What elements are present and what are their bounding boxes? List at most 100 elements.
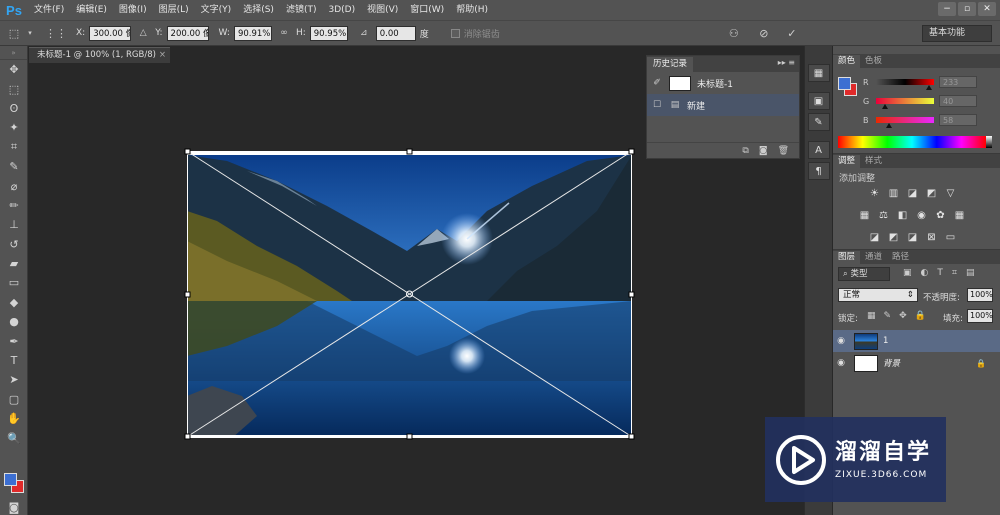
fill-field[interactable]: 100%: [967, 309, 993, 323]
quick-select-tool-icon[interactable]: ✦: [0, 118, 28, 137]
opacity-field[interactable]: 100%: [967, 288, 993, 302]
gradient-map-icon[interactable]: ▭: [945, 232, 956, 243]
tab-layers[interactable]: 图层: [833, 251, 861, 264]
height-field[interactable]: 90.95%: [309, 25, 348, 41]
filter-shape-icon[interactable]: ⌗: [952, 268, 957, 278]
green-value-field[interactable]: 40: [939, 95, 977, 107]
layer-row[interactable]: ◉ 背景 🔒: [833, 352, 1000, 374]
tab-swatches[interactable]: 色板: [860, 55, 887, 68]
history-state-row[interactable]: ☐ ▤ 新建: [647, 94, 799, 116]
brightness-icon[interactable]: ☀: [869, 188, 880, 199]
greyscale-ramp[interactable]: [986, 136, 992, 148]
dropdown-arrow-icon[interactable]: ▾: [26, 25, 34, 41]
menu-help[interactable]: 帮助(H): [450, 0, 494, 20]
menu-image[interactable]: 图像(I): [113, 0, 153, 20]
x-position-field[interactable]: 300.00 像: [89, 25, 132, 41]
layer-row[interactable]: ◉ 1: [833, 330, 1000, 352]
tab-paths[interactable]: 路径: [887, 251, 914, 264]
brush-tool-icon[interactable]: ✏: [0, 196, 28, 215]
close-document-icon[interactable]: ×: [159, 48, 166, 63]
clone-stamp-tool-icon[interactable]: ⊥: [0, 215, 28, 234]
menu-view[interactable]: 视图(V): [361, 0, 404, 20]
red-slider[interactable]: [876, 79, 934, 90]
document-tab[interactable]: 未标题-1 @ 100% (1, RGB/8) ×: [29, 47, 170, 63]
black-white-icon[interactable]: ◧: [897, 210, 908, 221]
color-lookup-icon[interactable]: ▦: [954, 210, 965, 221]
lock-all-icon[interactable]: 🔒: [915, 311, 926, 321]
quick-mask-icon[interactable]: ◙: [0, 498, 28, 515]
threshold-icon[interactable]: ◪: [907, 232, 918, 243]
healing-brush-tool-icon[interactable]: ⌀: [0, 176, 28, 195]
history-brush-tool-icon[interactable]: ↺: [0, 235, 28, 254]
green-slider[interactable]: [876, 98, 934, 109]
shape-tool-icon[interactable]: ▢: [0, 390, 28, 409]
history-snapshot[interactable]: ✐ 未标题-1: [647, 72, 799, 94]
antialias-checkbox[interactable]: [450, 28, 460, 38]
crop-tool-icon[interactable]: ⌗: [0, 138, 28, 157]
menu-file[interactable]: 文件(F): [28, 0, 70, 20]
filter-smart-object-icon[interactable]: ▤: [966, 268, 975, 278]
layer-filter-select[interactable]: ⌕ 类型: [838, 267, 890, 281]
type-tool-icon[interactable]: T: [0, 351, 28, 370]
tab-color[interactable]: 颜色: [833, 55, 861, 68]
minimize-button[interactable]: −: [938, 2, 956, 16]
eyedropper-tool-icon[interactable]: ✎: [0, 157, 28, 176]
properties-panel-icon[interactable]: ▣: [807, 92, 830, 110]
path-select-tool-icon[interactable]: ➤: [0, 370, 28, 389]
warp-mode-icon[interactable]: ⚇: [726, 25, 742, 41]
menu-layer[interactable]: 图层(L): [153, 0, 195, 20]
blend-mode-select[interactable]: 正常 ⇕: [838, 288, 918, 302]
marquee-tool-icon[interactable]: ⬚: [0, 79, 28, 98]
photo-filter-icon[interactable]: ◉: [916, 210, 927, 221]
lock-pixels-icon[interactable]: ✎: [884, 311, 892, 321]
levels-icon[interactable]: ▥: [888, 188, 899, 199]
hand-tool-icon[interactable]: ✋: [0, 409, 28, 428]
layer-visibility-eye-icon[interactable]: ◉: [833, 358, 849, 368]
blue-slider[interactable]: [876, 117, 934, 128]
filter-type-icon[interactable]: T: [937, 268, 943, 278]
posterize-icon[interactable]: ◩: [888, 232, 899, 243]
blur-tool-icon[interactable]: ◆: [0, 293, 28, 312]
filter-pixel-icon[interactable]: ▣: [903, 268, 912, 278]
zoom-tool-icon[interactable]: 🔍: [0, 428, 28, 447]
exposure-icon[interactable]: ◩: [926, 188, 937, 199]
commit-transform-icon[interactable]: ✓: [784, 25, 800, 41]
color-balance-icon[interactable]: ⚖: [878, 210, 889, 221]
trash-icon[interactable]: 🗑: [778, 146, 789, 156]
tab-channels[interactable]: 通道: [860, 251, 887, 264]
move-tool-icon[interactable]: ✥: [0, 60, 28, 79]
toolbar-grip-icon[interactable]: »: [0, 46, 27, 60]
red-slider-knob[interactable]: [925, 85, 932, 90]
hue-saturation-icon[interactable]: ▦: [859, 210, 870, 221]
vibrance-icon[interactable]: ▽: [945, 188, 956, 199]
blue-value-field[interactable]: 58: [939, 114, 977, 126]
character-panel-icon[interactable]: A: [807, 141, 830, 159]
red-value-field[interactable]: 233: [939, 76, 977, 88]
transform-tool-preset-icon[interactable]: ⬚: [6, 25, 22, 41]
lock-position-icon[interactable]: ✥: [899, 311, 907, 321]
menu-filter[interactable]: 滤镜(T): [280, 0, 323, 20]
menu-type[interactable]: 文字(Y): [195, 0, 238, 20]
close-window-button[interactable]: ✕: [978, 2, 996, 16]
curves-icon[interactable]: ◪: [907, 188, 918, 199]
history-brush-source-icon[interactable]: ✐: [651, 77, 663, 89]
canvas-image[interactable]: [187, 151, 632, 438]
channel-mixer-icon[interactable]: ✿: [935, 210, 946, 221]
gradient-tool-icon[interactable]: ▭: [0, 273, 28, 292]
cancel-transform-icon[interactable]: ⊘: [756, 25, 772, 41]
tab-history[interactable]: 历史记录: [647, 57, 694, 72]
history-checkbox-icon[interactable]: ☐: [651, 99, 663, 111]
tab-styles[interactable]: 样式: [860, 155, 887, 168]
menu-3d[interactable]: 3D(D): [322, 0, 361, 20]
paragraph-panel-icon[interactable]: ¶: [807, 162, 830, 180]
color-fg-swatch[interactable]: [838, 77, 851, 90]
invert-icon[interactable]: ◪: [869, 232, 880, 243]
history-panel-icon[interactable]: ▦: [807, 64, 830, 82]
maximize-button[interactable]: ▫: [958, 2, 976, 16]
eraser-tool-icon[interactable]: ▰: [0, 254, 28, 273]
new-document-from-state-icon[interactable]: ⧉: [742, 146, 748, 156]
green-slider-knob[interactable]: [882, 104, 889, 109]
color-spectrum-ramp[interactable]: [838, 136, 986, 148]
dodge-tool-icon[interactable]: ●: [0, 312, 28, 331]
snapshot-camera-icon[interactable]: ◙: [759, 146, 768, 156]
